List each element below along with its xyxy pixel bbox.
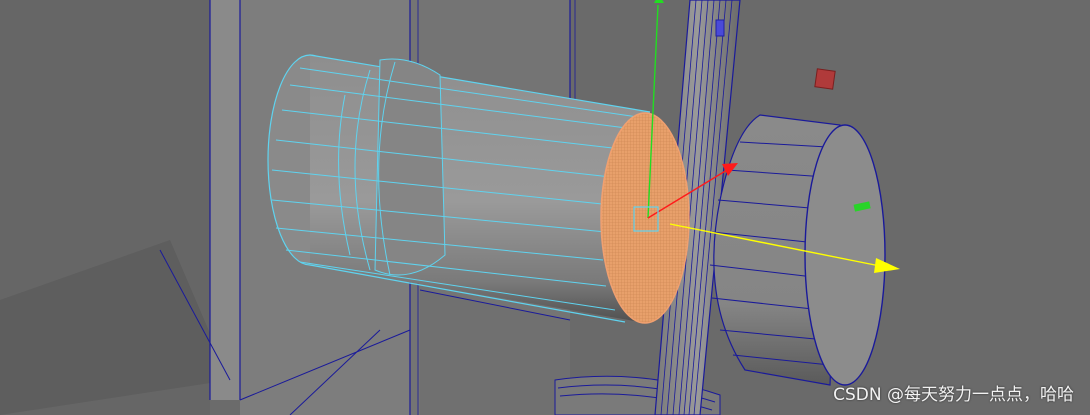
y-axis-arrow-icon[interactable] [654, 0, 664, 3]
maya-viewport[interactable]: CSDN @每天努力一点点，哈哈 [0, 0, 1090, 415]
scene-canvas[interactable] [0, 0, 1090, 415]
